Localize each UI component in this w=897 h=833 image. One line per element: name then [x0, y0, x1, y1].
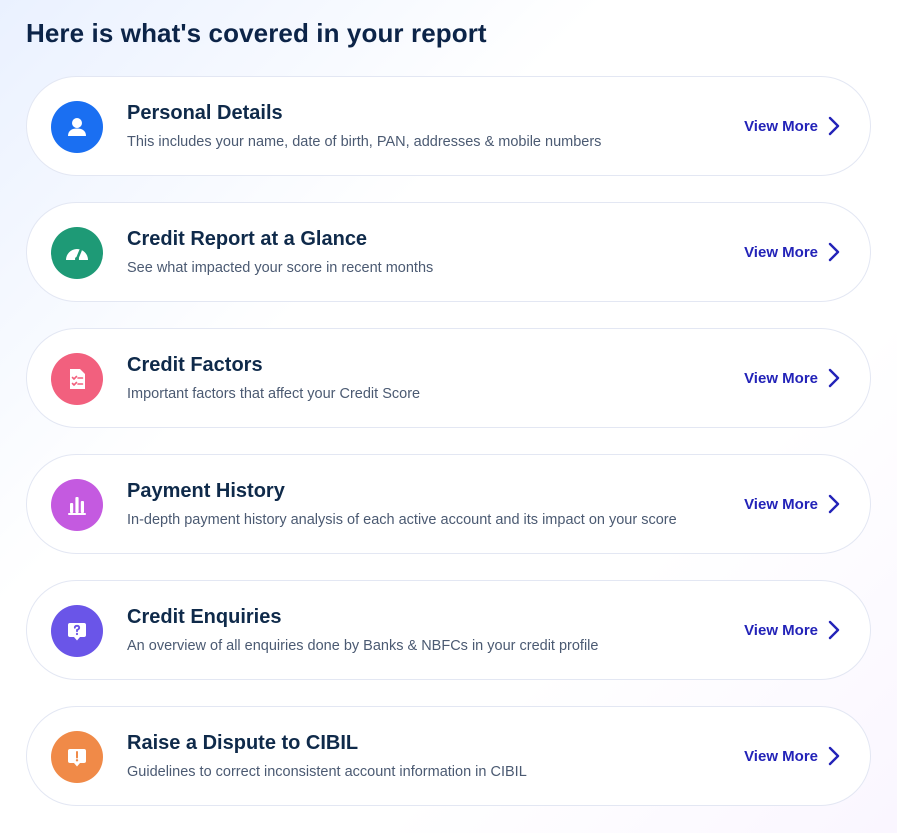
card-description: This includes your name, date of birth, …	[127, 134, 602, 150]
chevron-right-icon	[828, 116, 840, 136]
alert-bubble-icon	[51, 731, 103, 783]
card-credit-enquiries[interactable]: Credit Enquiries An overview of all enqu…	[26, 580, 871, 680]
card-title: Payment History	[127, 480, 285, 502]
card-description: In-depth payment history analysis of eac…	[127, 512, 677, 528]
view-more-label: View More	[744, 369, 818, 387]
view-more-label: View More	[744, 495, 818, 513]
user-icon	[51, 101, 103, 153]
chevron-right-icon	[828, 746, 840, 766]
card-description: An overview of all enquiries done by Ban…	[127, 638, 599, 654]
card-title: Personal Details	[127, 102, 283, 124]
chevron-right-icon	[828, 242, 840, 262]
card-credit-report-glance[interactable]: Credit Report at a Glance See what impac…	[26, 202, 871, 302]
view-more-link[interactable]: View More	[744, 746, 840, 766]
view-more-link[interactable]: View More	[744, 368, 840, 388]
view-more-label: View More	[744, 747, 818, 765]
card-title: Raise a Dispute to CIBIL	[127, 732, 359, 754]
card-payment-history[interactable]: Payment History In-depth payment history…	[26, 454, 871, 554]
card-title: Credit Factors	[127, 354, 263, 376]
view-more-label: View More	[744, 621, 818, 639]
card-description: Important factors that affect your Credi…	[127, 386, 421, 402]
chevron-right-icon	[828, 494, 840, 514]
question-bubble-icon	[51, 605, 103, 657]
card-credit-factors[interactable]: Credit Factors Important factors that af…	[26, 328, 871, 428]
checklist-document-icon	[51, 353, 103, 405]
card-description: See what impacted your score in recent m…	[127, 260, 434, 276]
card-title: Credit Report at a Glance	[127, 228, 368, 250]
view-more-link[interactable]: View More	[744, 620, 840, 640]
view-more-label: View More	[744, 117, 818, 135]
page-title: Here is what's covered in your report	[26, 18, 487, 48]
chevron-right-icon	[828, 620, 840, 640]
card-title: Credit Enquiries	[127, 606, 282, 628]
report-sections-list: Personal Details This includes your name…	[26, 76, 871, 832]
card-description: Guidelines to correct inconsistent accou…	[127, 764, 527, 780]
view-more-link[interactable]: View More	[744, 494, 840, 514]
view-more-link[interactable]: View More	[744, 116, 840, 136]
card-raise-dispute[interactable]: Raise a Dispute to CIBIL Guidelines to c…	[26, 706, 871, 806]
card-personal-details[interactable]: Personal Details This includes your name…	[26, 76, 871, 176]
view-more-link[interactable]: View More	[744, 242, 840, 262]
chevron-right-icon	[828, 368, 840, 388]
view-more-label: View More	[744, 243, 818, 261]
gauge-icon	[51, 227, 103, 279]
bar-chart-icon	[51, 479, 103, 531]
